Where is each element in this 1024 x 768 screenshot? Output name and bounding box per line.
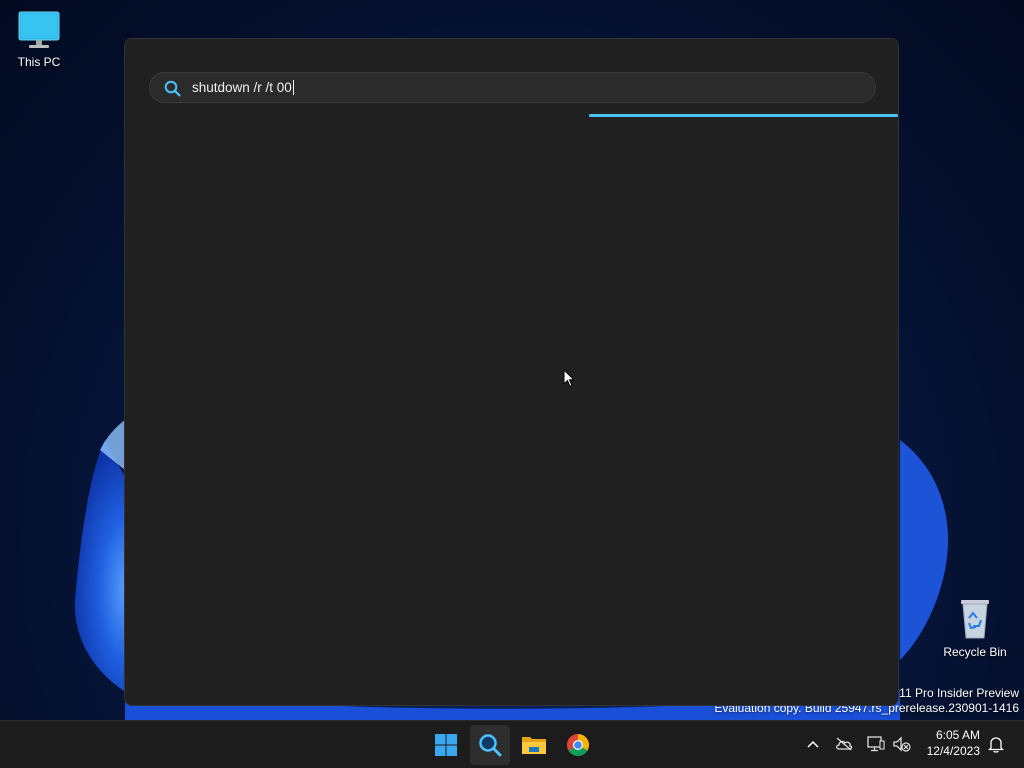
volume-muted-icon (893, 736, 911, 752)
desktop-icon-label: This PC (17, 55, 61, 69)
notification-center-button[interactable] (987, 735, 1005, 753)
watermark-edition: s 11 Pro Insider Preview (889, 686, 1019, 700)
mouse-cursor-icon (563, 369, 575, 388)
onedrive-offline-icon (836, 737, 853, 751)
search-query-value: shutdown /r /t 00 (192, 80, 292, 95)
desktop-icon-this-pc[interactable]: This PC (7, 10, 71, 69)
chevron-up-icon (807, 740, 819, 748)
windows-start-icon (435, 734, 457, 756)
search-query-text: shutdown /r /t 00 (192, 80, 294, 95)
search-panel: shutdown /r /t 00 (124, 38, 899, 706)
tray-network-button[interactable] (867, 735, 885, 753)
desktop-icon-recycle-bin[interactable]: Recycle Bin (943, 596, 1007, 659)
tray-onedrive-button[interactable] (835, 735, 853, 753)
taskbar-chrome-button[interactable] (558, 725, 598, 765)
clock-date: 12/4/2023 (926, 744, 980, 758)
text-caret (292, 80, 294, 95)
recycle-bin-icon (961, 600, 989, 639)
taskbar-search-button[interactable] (470, 725, 510, 765)
clock-time: 6:05 AM (935, 728, 980, 742)
taskbar: 6:05 AM 12/4/2023 (0, 720, 1024, 768)
search-icon (164, 80, 181, 97)
taskbar-start-button[interactable] (426, 725, 466, 765)
bell-icon (988, 736, 1004, 753)
tray-volume-button[interactable] (893, 735, 911, 753)
search-input[interactable]: shutdown /r /t 00 (149, 72, 876, 103)
taskbar-clock[interactable]: 6:05 AM 12/4/2023 (927, 727, 980, 759)
search-icon (479, 734, 502, 757)
chrome-icon (567, 734, 589, 756)
search-loading-fill (588, 114, 898, 117)
this-pc-icon (18, 11, 60, 48)
folder-icon (522, 737, 546, 754)
desktop-icon-label: Recycle Bin (943, 645, 1007, 659)
search-loading-bar (125, 114, 898, 117)
tray-overflow-button[interactable] (804, 735, 822, 753)
network-icon (867, 736, 885, 752)
taskbar-file-explorer-button[interactable] (514, 725, 554, 765)
